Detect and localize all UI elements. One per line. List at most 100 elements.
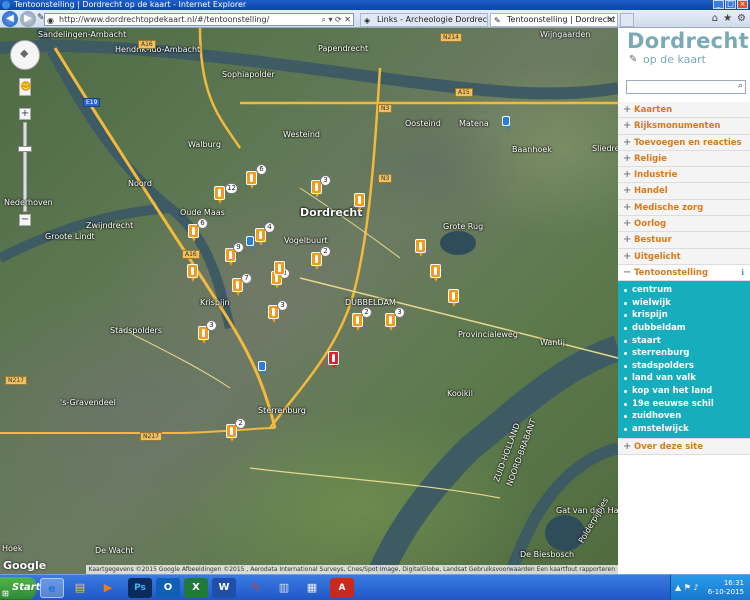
menu-item-oorlog[interactable]: + Oorlog — [618, 216, 750, 233]
zoom-out-button[interactable]: − — [19, 214, 31, 226]
notepad-taskbar-icon[interactable]: ▥ — [272, 578, 296, 598]
menu-item-toevoegen[interactable]: + Toevoegen en reacties — [618, 134, 750, 151]
minimize-button[interactable]: _ — [713, 0, 724, 9]
media-player-taskbar-icon[interactable]: ▶ — [96, 578, 120, 598]
submenu-item-krispijn[interactable]: krispijn — [618, 309, 750, 322]
sidebar-menu: + Kaarten + Rijksmonumenten + Toevoegen en … — [618, 102, 750, 455]
marker-count-badge: 3 — [206, 320, 217, 331]
map-marker[interactable] — [415, 239, 426, 257]
place-label: Matena — [459, 119, 489, 128]
menu-item-religie[interactable]: + Religie — [618, 150, 750, 168]
menu-item-bestuur[interactable]: + Bestuur — [618, 232, 750, 249]
acrobat-taskbar-icon[interactable]: A — [330, 578, 354, 598]
favorites-star-icon[interactable]: ★ — [723, 13, 732, 24]
tab-tentoonstelling[interactable]: ✎ Tentoonstelling | Dordrecht ... × — [490, 13, 618, 27]
submenu-item-dubbeldam[interactable]: dubbeldam — [618, 322, 750, 335]
menu-item-uitgelicht[interactable]: + Uitgelicht — [618, 248, 750, 265]
menu-item-industrie[interactable]: + Industrie — [618, 167, 750, 184]
paint-taskbar-icon[interactable]: ✎ — [244, 578, 268, 598]
search-input[interactable]: ⌕ — [626, 80, 746, 94]
submenu-item-amstelwijck[interactable]: amstelwijck — [618, 423, 750, 436]
map-canvas[interactable]: ☻ + − Sandelingen-Ambacht Hendrik-Ido-Am… — [0, 28, 618, 574]
map-marker[interactable] — [274, 261, 285, 279]
ie-taskbar-icon[interactable]: e — [40, 578, 64, 598]
page-icon: ◈ — [364, 16, 371, 25]
map-marker-blue[interactable] — [258, 361, 266, 375]
plus-icon: + — [623, 218, 632, 230]
place-label: Oude Maas — [180, 208, 225, 217]
calculator-taskbar-icon[interactable]: ▦ — [300, 578, 324, 598]
menu-item-over-deze-site[interactable]: + Over deze site — [618, 438, 750, 455]
place-label: Grote Rug — [443, 222, 484, 231]
submenu-item-kop-van-het-land[interactable]: kop van het land — [618, 385, 750, 398]
street-view-pegman-icon[interactable]: ☻ — [19, 78, 31, 96]
zoom-in-button[interactable]: + — [19, 108, 31, 120]
submenu-item-sterrenburg[interactable]: sterrenburg — [618, 347, 750, 360]
place-label: Wijngaarden — [540, 30, 591, 39]
menu-item-kaarten[interactable]: + Kaarten — [618, 102, 750, 119]
page-icon: ◉ — [47, 16, 54, 25]
plus-icon: + — [623, 104, 632, 115]
back-arrow-icon[interactable]: ◀ — [2, 11, 18, 27]
road-label: N217 — [5, 376, 27, 385]
tray-icons[interactable]: ▲ ⚑ ♪ — [675, 583, 699, 592]
map-marker[interactable] — [448, 289, 459, 307]
map-marker-blue[interactable] — [246, 236, 254, 250]
new-tab-button[interactable] — [620, 13, 634, 27]
map-attribution[interactable]: Kaartgegevens ©2015 Google Afbeeldingen … — [85, 565, 618, 574]
logo-title: Dordrecht — [627, 29, 749, 53]
place-label: Papendrecht — [318, 44, 369, 53]
map-marker-red[interactable] — [328, 351, 339, 369]
map-marker[interactable] — [214, 186, 225, 204]
map-marker[interactable] — [354, 193, 365, 211]
submenu-item-land-van-valk[interactable]: land van valk — [618, 372, 750, 385]
marker-count-badge: 6 — [197, 218, 208, 229]
start-button[interactable]: ⊞ Start — [0, 577, 40, 599]
address-controls[interactable]: ⌕ ▾ ⟳ ✕ — [321, 14, 351, 25]
zoom-slider-thumb[interactable] — [18, 146, 32, 152]
submenu-item-wielwijk[interactable]: wielwijk — [618, 297, 750, 310]
menu-item-tentoonstelling[interactable]: − Tentoonstelling ℹ — [618, 264, 750, 282]
outlook-taskbar-icon[interactable]: O — [156, 578, 180, 598]
submenu-item-staart[interactable]: staart — [618, 335, 750, 348]
maximize-button[interactable]: □ — [725, 0, 736, 9]
road-local — [119, 327, 231, 389]
pan-control[interactable] — [10, 40, 40, 70]
tab-close-icon[interactable]: × — [607, 14, 614, 26]
marker-count-badge: 2 — [320, 246, 331, 257]
site-logo[interactable]: Dordrecht ✎ op de kaart — [618, 28, 750, 78]
home-icon[interactable]: ⌂ — [712, 13, 718, 24]
photoshop-taskbar-icon[interactable]: Ps — [128, 578, 152, 598]
plus-icon: + — [623, 441, 632, 453]
marker-count-badge: 3 — [320, 175, 331, 186]
system-tray: ▲ ⚑ ♪ 16:31 6-10-2015 — [670, 575, 750, 600]
place-label: Hendrik-Ido-Ambacht — [115, 45, 201, 54]
close-button[interactable]: × — [737, 0, 748, 9]
submenu-item-zuidhoven[interactable]: zuidhoven — [618, 410, 750, 423]
search-icon[interactable]: ⌕ — [738, 81, 743, 91]
browser-toolbar: ◀ ▶ ✎ ◉ http://www.dordrechtopdekaart.nl… — [0, 10, 750, 28]
menu-item-rijksmonumenten[interactable]: + Rijksmonumenten — [618, 118, 750, 135]
explorer-taskbar-icon[interactable]: ▤ — [68, 578, 92, 598]
place-label: Noord — [128, 179, 152, 188]
road-label: E19 — [83, 98, 101, 107]
road-label: N3 — [378, 174, 393, 183]
tab-links[interactable]: ◈ Links - Archeologie Dordrecht — [360, 13, 488, 27]
forward-arrow-icon[interactable]: ▶ — [20, 11, 36, 27]
plus-icon: + — [623, 136, 632, 148]
submenu-item-19e-eeuwse-schil[interactable]: 19e eeuwse schil — [618, 398, 750, 411]
menu-item-medische-zorg[interactable]: + Medische zorg — [618, 199, 750, 217]
menu-item-handel[interactable]: + Handel — [618, 183, 750, 200]
gear-icon[interactable]: ⚙ — [737, 13, 746, 24]
address-bar[interactable]: ◉ http://www.dordrechtopdekaart.nl/#/ten… — [44, 13, 354, 26]
map-marker[interactable] — [430, 264, 441, 282]
window-titlebar: Tentoonstelling | Dordrecht op de kaart … — [0, 0, 750, 10]
submenu-item-centrum[interactable]: centrum — [618, 284, 750, 297]
excel-taskbar-icon[interactable]: X — [184, 578, 208, 598]
road-label: N217 — [140, 432, 162, 441]
map-marker-blue[interactable] — [502, 116, 510, 130]
map-marker[interactable] — [246, 171, 257, 189]
map-marker[interactable] — [187, 264, 198, 282]
word-taskbar-icon[interactable]: W — [212, 578, 236, 598]
submenu-item-stadspolders[interactable]: stadspolders — [618, 360, 750, 373]
